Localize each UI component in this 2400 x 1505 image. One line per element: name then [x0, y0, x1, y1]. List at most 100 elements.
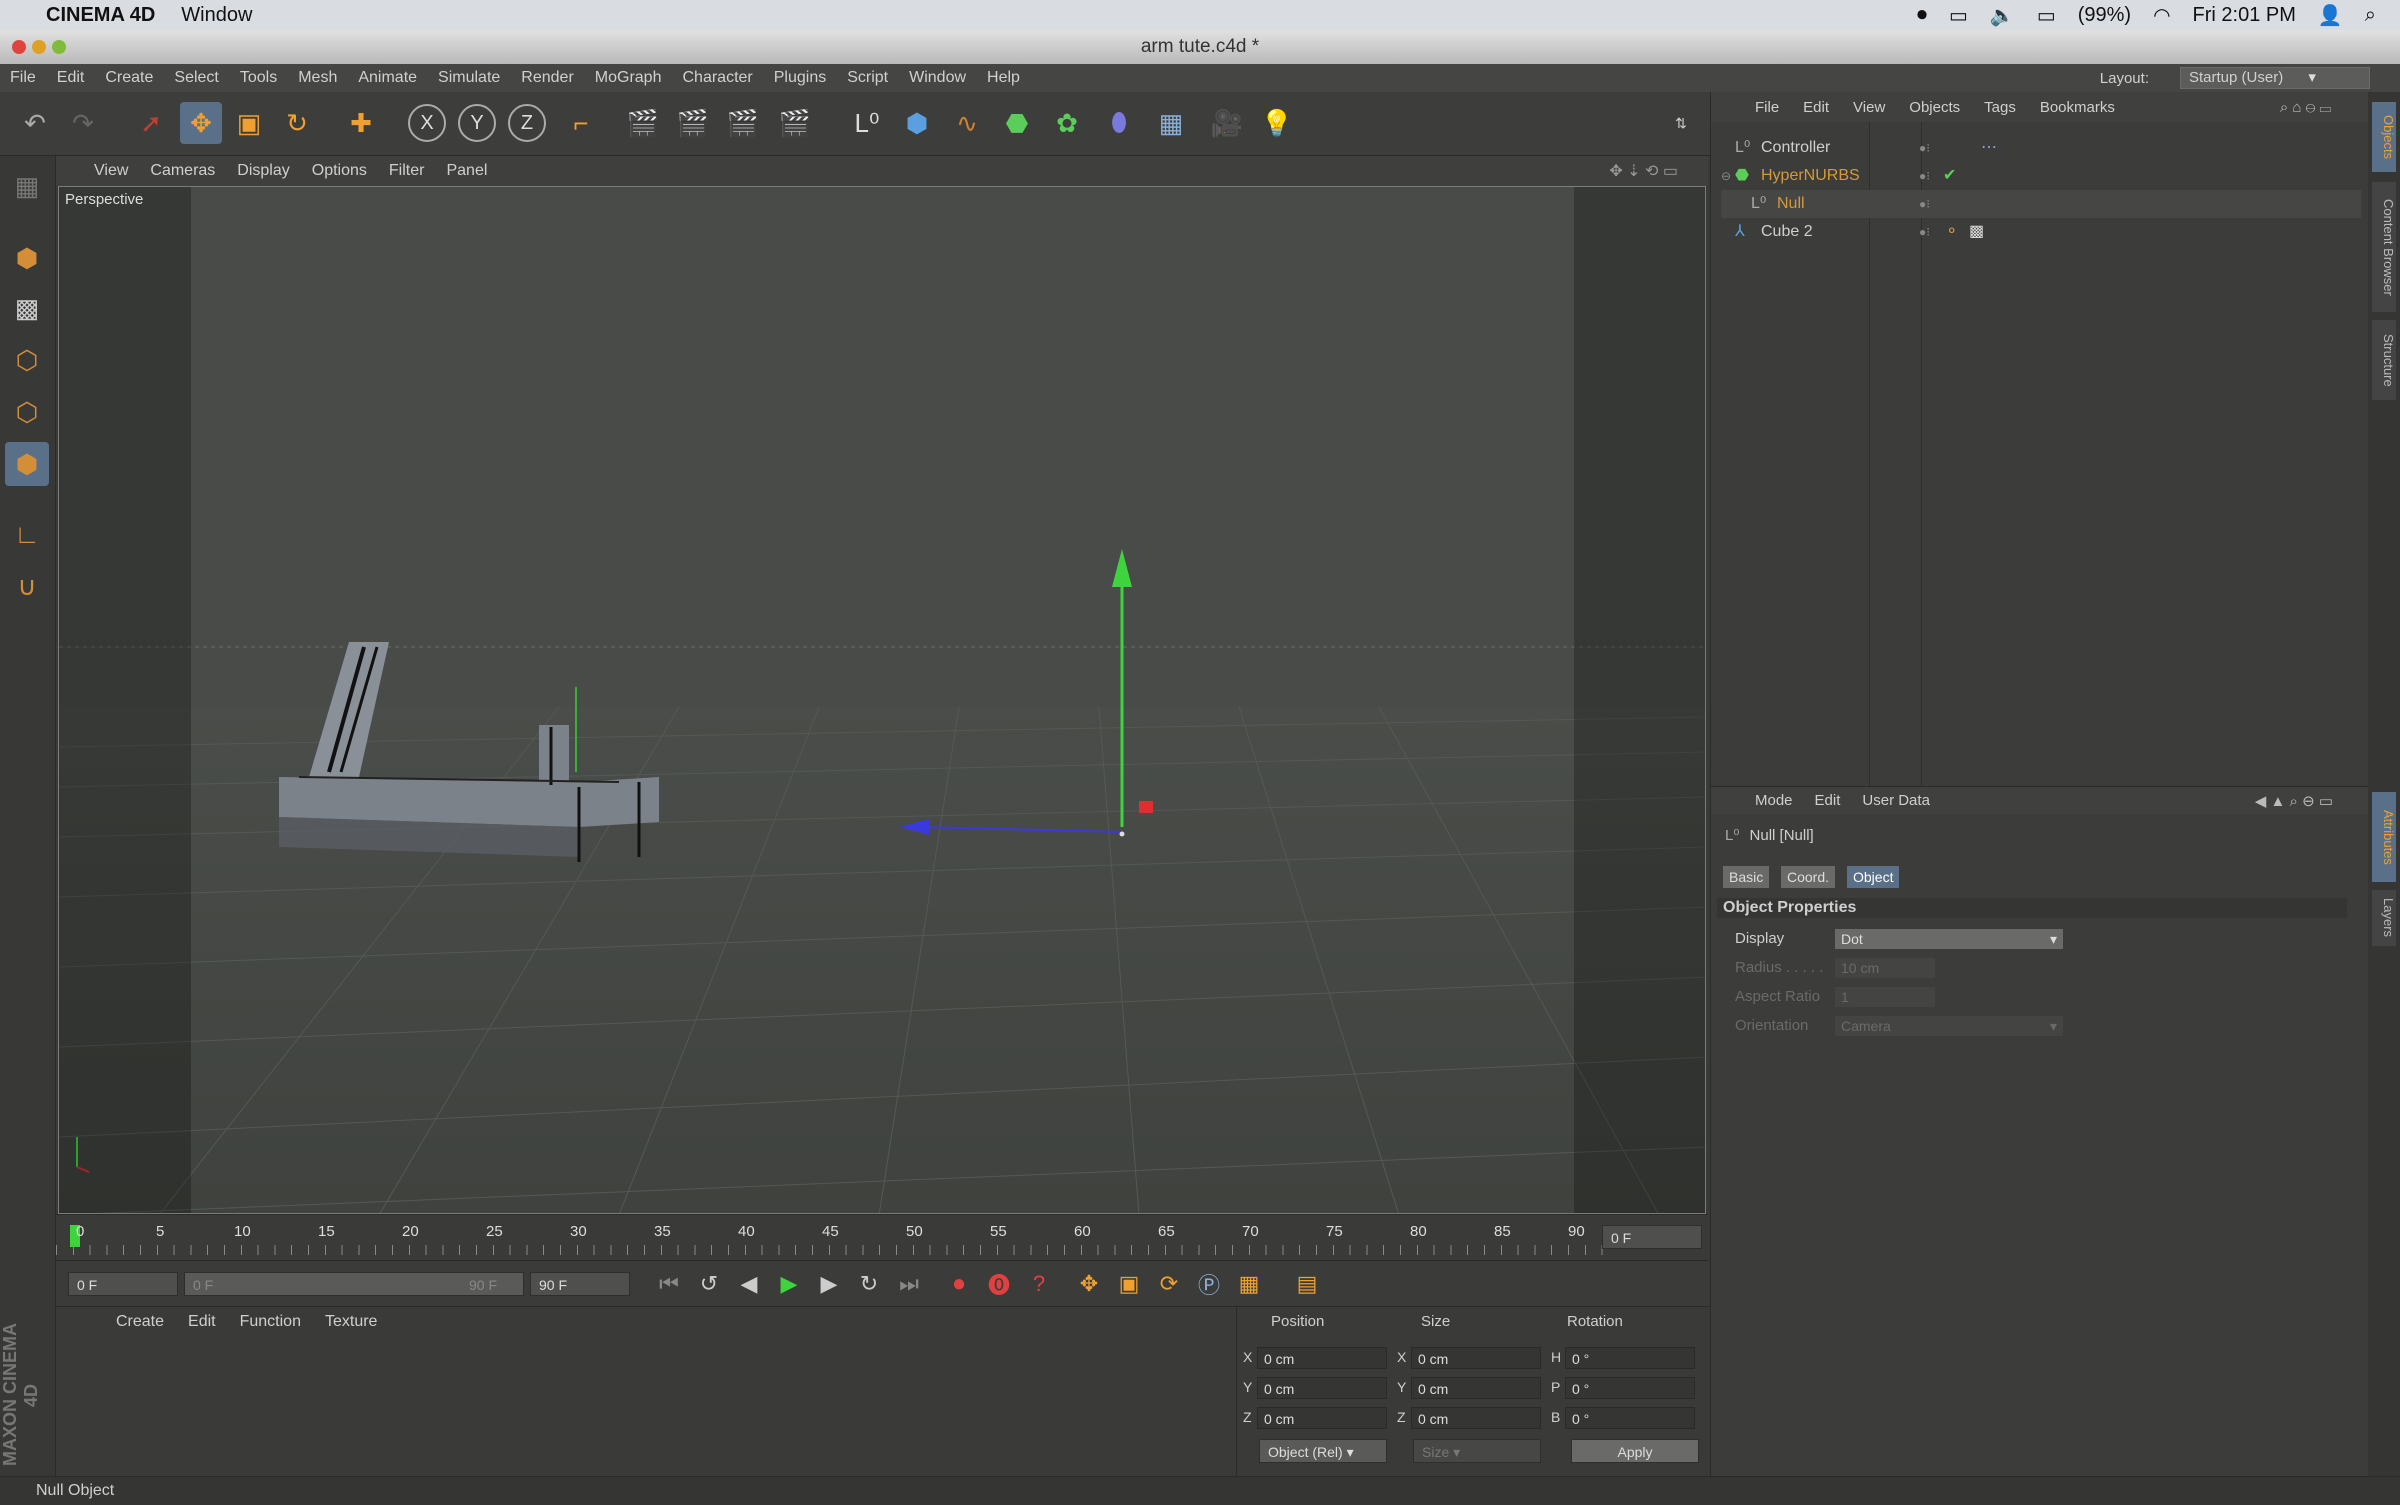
mat-menu-function[interactable]: Function: [240, 1313, 301, 1331]
cube-primitive-icon[interactable]: ⬢: [896, 102, 938, 144]
am-menu-edit[interactable]: Edit: [1815, 792, 1841, 809]
position-x-field[interactable]: 0 cm: [1257, 1347, 1387, 1369]
side-tab-attributes[interactable]: Attributes: [2372, 792, 2396, 882]
go-to-previous-key-icon[interactable]: ↺: [692, 1268, 726, 1300]
menu-tools[interactable]: Tools: [240, 69, 277, 87]
record-point-level-icon[interactable]: ▦: [1232, 1268, 1266, 1300]
am-nav-icons[interactable]: ◀ ▲ ⌕ ⊖ ▭: [2255, 792, 2333, 810]
3d-viewport[interactable]: Perspective: [58, 186, 1706, 1214]
om-menu-view[interactable]: View: [1853, 99, 1885, 116]
os-app-name[interactable]: CINEMA 4D: [46, 4, 155, 27]
tab-object[interactable]: Object: [1847, 866, 1900, 888]
prop-aspect-ratio-field[interactable]: 1: [1835, 987, 1935, 1007]
mat-menu-create[interactable]: Create: [116, 1313, 164, 1331]
viewport-menu-options[interactable]: Options: [312, 162, 367, 180]
display-icon[interactable]: ▭: [1949, 3, 1968, 28]
null-object-icon[interactable]: L⁰: [846, 102, 888, 144]
z-axis-lock-icon[interactable]: Z: [508, 104, 546, 142]
render-view-icon[interactable]: 🎬: [622, 102, 664, 144]
texture-tag-icon[interactable]: ▩: [1969, 218, 1984, 246]
scale-tool-icon[interactable]: ▣: [228, 102, 270, 144]
volume-icon[interactable]: 🔈: [1990, 3, 2015, 28]
close-window-button[interactable]: [12, 40, 26, 54]
visibility-dots[interactable]: ●⁝: [1919, 218, 1930, 246]
snap-magnet-icon[interactable]: ∪: [5, 564, 49, 608]
menu-create[interactable]: Create: [105, 69, 153, 87]
object-row-hypernurbs[interactable]: ⊖ ⬣ HyperNURBS ●⁝ ✔: [1721, 162, 2361, 190]
battery-icon[interactable]: ▭: [2037, 3, 2056, 28]
menu-mesh[interactable]: Mesh: [298, 69, 337, 87]
size-mode-dropdown[interactable]: Size ▾: [1413, 1439, 1541, 1463]
redo-icon[interactable]: ↷: [62, 102, 104, 144]
edges-mode-icon[interactable]: ⬡: [5, 390, 49, 434]
prop-orientation-dropdown[interactable]: Camera ▾: [1835, 1016, 2063, 1036]
spotlight-icon[interactable]: ⌕: [2365, 4, 2376, 27]
menu-script[interactable]: Script: [847, 69, 888, 87]
om-menu-edit[interactable]: Edit: [1803, 99, 1829, 116]
deformer-icon[interactable]: ⬮: [1098, 102, 1140, 144]
go-to-start-icon[interactable]: ⏮: [652, 1268, 686, 1300]
tag-icon[interactable]: ⋯: [1981, 134, 1997, 162]
minimize-window-button[interactable]: [32, 40, 46, 54]
os-menu-window[interactable]: Window: [181, 4, 252, 27]
position-y-field[interactable]: 0 cm: [1257, 1377, 1387, 1399]
object-row-cube2[interactable]: ⅄ Cube 2 ●⁝ ⚬ ▩: [1721, 218, 2361, 246]
tab-coord[interactable]: Coord.: [1781, 866, 1836, 888]
rotate-tool-icon[interactable]: ↻: [276, 102, 318, 144]
object-row-null[interactable]: L⁰ Null ●⁝: [1721, 190, 2361, 218]
record-scale-icon[interactable]: ▣: [1112, 1268, 1146, 1300]
size-x-field[interactable]: 0 cm: [1411, 1347, 1541, 1369]
spline-icon[interactable]: ∿: [946, 102, 988, 144]
rotation-p-field[interactable]: 0 °: [1565, 1377, 1695, 1399]
model-mode-icon[interactable]: ⬢: [5, 236, 49, 280]
play-forward-icon[interactable]: ▶: [772, 1268, 806, 1300]
menu-edit[interactable]: Edit: [57, 69, 85, 87]
light-icon[interactable]: 💡: [1256, 102, 1298, 144]
size-y-field[interactable]: 0 cm: [1411, 1377, 1541, 1399]
current-frame-field[interactable]: 0 F: [1602, 1225, 1702, 1249]
coordinate-mode-dropdown[interactable]: Object (Rel) ▾: [1259, 1439, 1387, 1463]
points-mode-icon[interactable]: ⬡: [5, 338, 49, 382]
polygons-mode-icon[interactable]: ⬢: [5, 442, 49, 486]
next-frame-icon[interactable]: ▶: [812, 1268, 846, 1300]
user-icon[interactable]: 👤: [2318, 3, 2343, 28]
scene-floor-icon[interactable]: ▦: [1150, 102, 1192, 144]
texture-mode-icon[interactable]: ▩: [5, 286, 49, 330]
rotation-b-field[interactable]: 0 °: [1565, 1407, 1695, 1429]
collapse-icon[interactable]: ⊖: [1721, 162, 1731, 190]
apply-button[interactable]: Apply: [1571, 1439, 1699, 1463]
zoom-window-button[interactable]: [52, 40, 66, 54]
menu-file[interactable]: File: [10, 69, 36, 87]
mograph-cloner-icon[interactable]: ✿: [1046, 102, 1088, 144]
move-tool-icon[interactable]: ✥: [180, 102, 222, 144]
record-parameter-icon[interactable]: Ⓟ: [1192, 1268, 1226, 1300]
visibility-dots[interactable]: ●⁝: [1919, 162, 1930, 190]
mat-menu-texture[interactable]: Texture: [325, 1313, 377, 1331]
am-menu-mode[interactable]: Mode: [1755, 792, 1793, 809]
prop-display-dropdown[interactable]: Dot ▾: [1835, 929, 2063, 949]
side-tab-structure[interactable]: Structure: [2372, 320, 2396, 400]
rotation-h-field[interactable]: 0 °: [1565, 1347, 1695, 1369]
make-editable-icon[interactable]: ▦: [5, 164, 49, 208]
menu-help[interactable]: Help: [987, 69, 1020, 87]
record-active-objects-icon[interactable]: ⏺: [942, 1268, 976, 1300]
tab-basic[interactable]: Basic: [1723, 866, 1770, 888]
timeline-layout-icon[interactable]: ▤: [1290, 1268, 1324, 1300]
record-rotation-icon[interactable]: ⟳: [1152, 1268, 1186, 1300]
am-menu-user-data[interactable]: User Data: [1862, 792, 1930, 809]
go-to-end-icon[interactable]: ⏭: [892, 1268, 926, 1300]
menu-window[interactable]: Window: [909, 69, 966, 87]
selection-tool-icon[interactable]: ➚: [130, 102, 172, 144]
om-menu-bookmarks[interactable]: Bookmarks: [2040, 99, 2115, 116]
menu-animate[interactable]: Animate: [358, 69, 417, 87]
side-tab-content-browser[interactable]: Content Browser: [2372, 182, 2396, 312]
wifi-icon[interactable]: ◠: [2153, 3, 2170, 28]
render-queue-icon[interactable]: 🎬: [774, 102, 816, 144]
screen-record-icon[interactable]: ⏺: [1917, 4, 1927, 27]
viewport-nav-icons[interactable]: ✥ ⇣ ⟲ ▭: [1609, 161, 1678, 181]
viewport-menu-panel[interactable]: Panel: [446, 162, 487, 180]
render-picture-viewer-icon[interactable]: 🎬: [672, 102, 714, 144]
camera-icon[interactable]: 🎥: [1206, 102, 1248, 144]
preview-range-slider[interactable]: 0 F 90 F: [184, 1272, 524, 1296]
viewport-menu-view[interactable]: View: [94, 162, 128, 180]
